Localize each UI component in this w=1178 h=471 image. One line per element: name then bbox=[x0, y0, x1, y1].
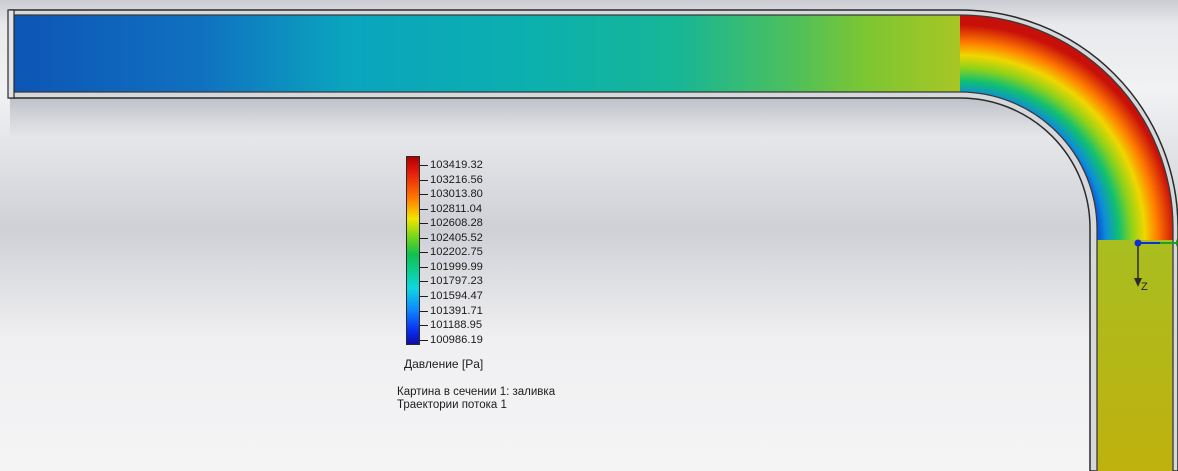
legend-tick-label: 102405.52 bbox=[420, 231, 483, 244]
legend-tick-label: 101797.23 bbox=[420, 275, 483, 288]
legend-tick-label: 103419.32 bbox=[420, 159, 483, 171]
pipe-inlet-cap bbox=[7, 9, 15, 99]
legend-tick-label: 103013.80 bbox=[420, 188, 483, 201]
legend-title: Давление [Pa] bbox=[404, 357, 484, 371]
section-caption: Картина в сечении 1: заливка bbox=[397, 386, 556, 398]
pressure-legend: 103419.32 103216.56 103013.80 102811.04 1026… bbox=[397, 154, 627, 434]
z-axis-label: Z bbox=[1141, 281, 1148, 293]
legend-tick-label: 101594.47 bbox=[420, 289, 483, 302]
legend-tick-label: 102608.28 bbox=[420, 217, 483, 230]
legend-tick-label: 101391.71 bbox=[420, 304, 483, 317]
legend-tick-label: 100986.19 bbox=[420, 333, 483, 346]
graphics-viewport[interactable]: Z 103419.32 103216.56 103013.80 102811.04 10… bbox=[0, 0, 1178, 471]
legend-tick-label: 101999.99 bbox=[420, 260, 483, 273]
legend-color-bar bbox=[406, 156, 420, 345]
legend-tick-label: 102811.04 bbox=[419, 202, 483, 215]
legend-tick-label: 103216.56 bbox=[420, 173, 483, 186]
legend-tick-label: 102202.75 bbox=[420, 246, 483, 259]
pressure-fill-vertical bbox=[1097, 240, 1173, 471]
trajectories-caption: Траектории потока 1 bbox=[397, 399, 507, 411]
pipe-shadow bbox=[10, 98, 1090, 138]
legend-tick-label: 101188.95 bbox=[419, 319, 483, 332]
pressure-fill-straight bbox=[12, 15, 960, 92]
